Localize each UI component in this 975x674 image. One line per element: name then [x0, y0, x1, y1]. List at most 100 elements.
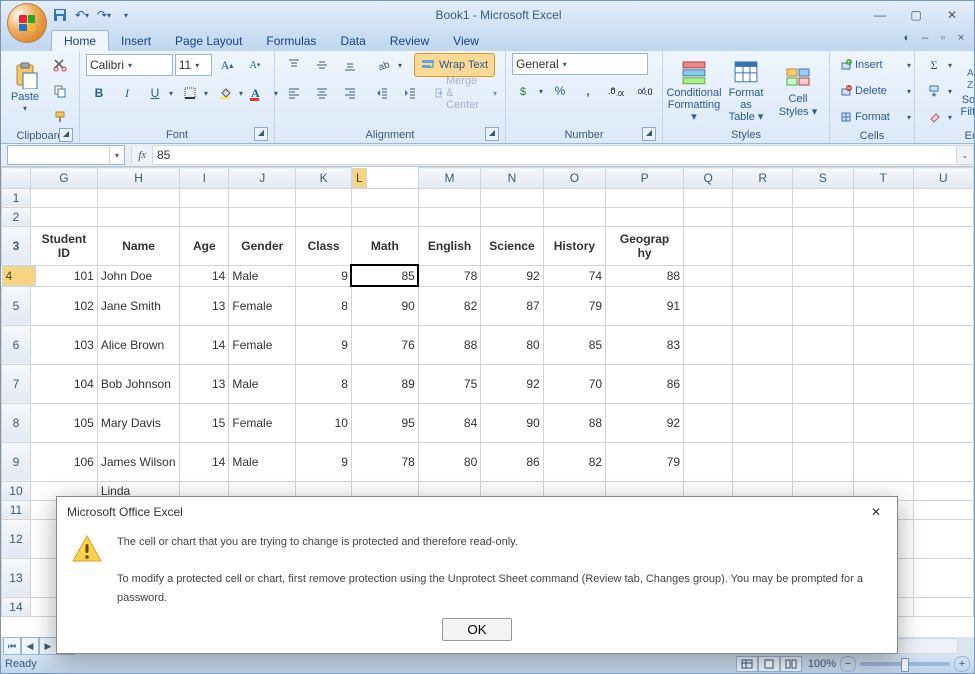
underline-button[interactable]: U [142, 81, 175, 105]
align-right-button[interactable] [337, 81, 363, 105]
cell[interactable] [853, 403, 913, 442]
cell[interactable] [853, 188, 913, 207]
col-header-G[interactable]: G [30, 168, 97, 189]
cell[interactable]: 82 [418, 286, 480, 325]
cell[interactable]: 102 [30, 286, 97, 325]
cell[interactable]: 92 [606, 403, 684, 442]
increase-indent-button[interactable] [397, 81, 423, 105]
cell[interactable]: 105 [30, 403, 97, 442]
zoom-level[interactable]: 100% [808, 658, 836, 670]
cell[interactable] [481, 207, 543, 226]
col-header-M[interactable]: M [418, 168, 480, 189]
fill-color-button[interactable] [212, 81, 245, 105]
cell[interactable] [793, 226, 853, 265]
cell[interactable] [296, 188, 352, 207]
cell[interactable]: Alice Brown [97, 325, 179, 364]
cell[interactable]: Geograp hy [606, 226, 684, 265]
tab-page-layout[interactable]: Page Layout [163, 31, 254, 51]
cell[interactable] [418, 188, 480, 207]
cell[interactable] [684, 403, 733, 442]
cell[interactable]: 9 [296, 325, 352, 364]
cell[interactable]: 88 [543, 403, 605, 442]
cell[interactable]: 14 [180, 442, 229, 481]
col-header-P[interactable]: P [606, 168, 684, 189]
minimize-button[interactable]: — [862, 4, 898, 26]
shrink-font-button[interactable]: A▾ [242, 53, 268, 77]
cell[interactable]: 80 [418, 442, 480, 481]
cell[interactable]: Jane Smith [97, 286, 179, 325]
row-header-13[interactable]: 13 [2, 558, 31, 597]
dialog-launcher[interactable]: ◢ [59, 128, 73, 142]
cell[interactable] [913, 403, 973, 442]
cell[interactable]: 101 [30, 265, 97, 286]
row-header-10[interactable]: 10 [2, 481, 31, 500]
cell[interactable]: 14 [180, 325, 229, 364]
cell[interactable]: 14 [180, 265, 229, 286]
expand-formula-bar[interactable]: ⌄ [957, 145, 974, 165]
cell[interactable] [853, 286, 913, 325]
cell[interactable] [853, 442, 913, 481]
cell[interactable]: 90 [351, 286, 418, 325]
cell[interactable]: 86 [481, 442, 543, 481]
cell[interactable] [793, 364, 853, 403]
cell[interactable] [180, 188, 229, 207]
col-header-U[interactable]: U [913, 168, 973, 189]
row-header-1[interactable]: 1 [2, 188, 31, 207]
cell[interactable] [733, 226, 793, 265]
align-center-button[interactable] [309, 81, 335, 105]
format-painter-button[interactable] [47, 105, 73, 129]
cell[interactable] [913, 442, 973, 481]
cell[interactable]: Male [229, 442, 296, 481]
cell[interactable] [30, 207, 97, 226]
percent-button[interactable]: % [547, 79, 573, 103]
fx-button[interactable]: fx [131, 146, 153, 164]
sort-filter-button[interactable]: AZSort &Filter ▾ [956, 57, 975, 125]
cell-styles-button[interactable]: CellStyles ▾ [773, 57, 823, 125]
cell[interactable] [913, 481, 973, 500]
align-left-button[interactable] [281, 81, 307, 105]
cell[interactable] [853, 207, 913, 226]
format-cells-button[interactable]: Format [836, 105, 913, 129]
cell[interactable]: Gender [229, 226, 296, 265]
col-header-T[interactable]: T [853, 168, 913, 189]
cell[interactable] [793, 188, 853, 207]
cell[interactable] [793, 265, 853, 286]
cell[interactable]: English [418, 226, 480, 265]
cell[interactable] [684, 325, 733, 364]
delete-cells-button[interactable]: Delete [836, 79, 913, 103]
cell[interactable]: Female [229, 286, 296, 325]
cell[interactable]: Science [481, 226, 543, 265]
align-bottom-button[interactable] [337, 53, 363, 77]
font-name-select[interactable]: Calibri▾ [86, 54, 173, 76]
row-header-5[interactable]: 5 [2, 286, 31, 325]
cell[interactable]: 103 [30, 325, 97, 364]
cell[interactable] [913, 265, 973, 286]
cell[interactable] [543, 188, 605, 207]
cell[interactable] [853, 265, 913, 286]
row-header-12[interactable]: 12 [2, 519, 31, 558]
comma-button[interactable]: , [575, 79, 601, 103]
cell[interactable] [793, 325, 853, 364]
cell[interactable] [684, 364, 733, 403]
cell[interactable] [684, 442, 733, 481]
cell[interactable]: 9 [296, 442, 352, 481]
cell[interactable]: Student ID [30, 226, 97, 265]
formula-input[interactable]: 85 [153, 145, 957, 165]
qat-customize[interactable]: ▾ [117, 6, 135, 24]
cell[interactable] [684, 286, 733, 325]
redo-button[interactable]: ↷▾ [95, 6, 113, 24]
name-box[interactable]: ▾ [7, 145, 125, 165]
cell[interactable]: 10 [296, 403, 352, 442]
row-header-14[interactable]: 14 [2, 597, 31, 616]
cell[interactable]: 88 [606, 265, 684, 286]
cell[interactable] [793, 207, 853, 226]
decrease-indent-button[interactable] [369, 81, 395, 105]
close-button[interactable]: ✕ [934, 4, 970, 26]
cell[interactable]: 87 [481, 286, 543, 325]
grow-font-button[interactable]: A▴ [214, 53, 240, 77]
italic-button[interactable]: I [114, 81, 140, 105]
cell[interactable] [296, 207, 352, 226]
cell[interactable]: 106 [30, 442, 97, 481]
insert-cells-button[interactable]: +Insert [836, 53, 913, 77]
cell[interactable] [481, 188, 543, 207]
